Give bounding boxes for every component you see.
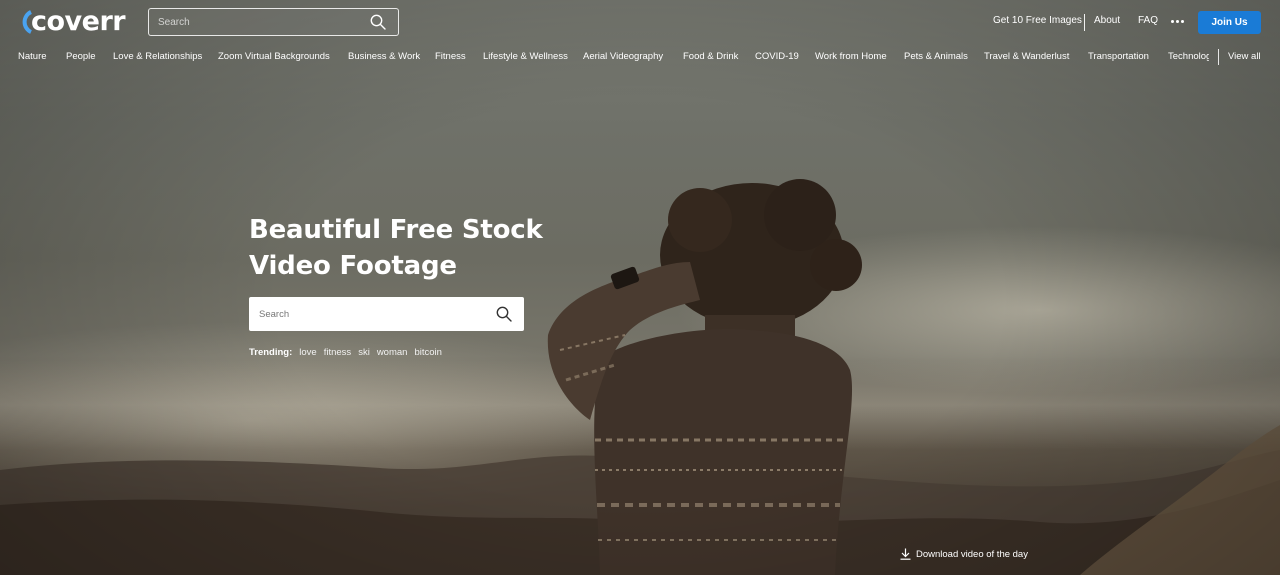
hero-search-input[interactable]	[249, 296, 496, 332]
category-work-from-home[interactable]: Work from Home	[815, 51, 887, 62]
trending-tags: Trending: love fitness ski woman bitcoin	[249, 345, 449, 359]
header-search[interactable]	[148, 8, 399, 36]
category-technology[interactable]: Technology	[1168, 51, 1209, 62]
category-nav: Nature People Love & Relationships Zoom …	[0, 49, 1280, 67]
category-lifestyle-wellness[interactable]: Lifestyle & Wellness	[483, 51, 568, 62]
category-nature[interactable]: Nature	[18, 51, 47, 62]
category-aerial-videography[interactable]: Aerial Videography	[583, 51, 663, 62]
more-dots-icon[interactable]	[1169, 12, 1185, 30]
join-us-button[interactable]: Join Us	[1198, 11, 1261, 34]
trending-tag-ski[interactable]: ski	[358, 347, 370, 358]
category-travel-wanderlust[interactable]: Travel & Wanderlust	[984, 51, 1069, 62]
download-icon	[900, 548, 911, 560]
trending-tag-love[interactable]: love	[299, 347, 316, 358]
search-icon[interactable]	[496, 306, 512, 322]
category-divider	[1218, 49, 1219, 65]
get-free-images-link[interactable]: Get 10 Free Images	[993, 15, 1082, 26]
header-search-input[interactable]	[149, 8, 370, 36]
trending-tag-bitcoin[interactable]: bitcoin	[414, 347, 441, 358]
category-transportation[interactable]: Transportation	[1088, 51, 1149, 62]
category-fitness[interactable]: Fitness	[435, 51, 466, 62]
vignette-overlay	[0, 0, 1280, 575]
coverr-logo[interactable]: coverr	[16, 6, 126, 38]
category-covid-19[interactable]: COVID-19	[755, 51, 799, 62]
category-people[interactable]: People	[66, 51, 96, 62]
category-zoom-backgrounds[interactable]: Zoom Virtual Backgrounds	[218, 51, 330, 62]
search-icon[interactable]	[370, 14, 386, 30]
download-video-label: Download video of the day	[916, 548, 1028, 560]
hero-headline-line2: Video Footage	[249, 251, 457, 281]
download-video-of-day[interactable]: Download video of the day	[900, 547, 1028, 561]
trending-tag-woman[interactable]: woman	[377, 347, 408, 358]
trending-label: Trending:	[249, 346, 293, 358]
about-link[interactable]: About	[1094, 15, 1120, 26]
logo-mark-icon	[22, 10, 32, 34]
faq-link[interactable]: FAQ	[1138, 15, 1158, 26]
trending-tag-fitness[interactable]: fitness	[324, 347, 351, 358]
category-pets-animals[interactable]: Pets & Animals	[904, 51, 968, 62]
view-all-categories-link[interactable]: View all	[1228, 51, 1261, 62]
header-divider	[1084, 14, 1085, 31]
hero-background-video	[0, 0, 1280, 575]
hero-headline-line1: Beautiful Free Stock	[249, 215, 543, 245]
category-business-work[interactable]: Business & Work	[348, 51, 420, 62]
category-love-relationships[interactable]: Love & Relationships	[113, 51, 202, 62]
hero-headline: Beautiful Free Stock Video Footage	[249, 212, 549, 284]
category-food-drink[interactable]: Food & Drink	[683, 51, 738, 62]
top-navigation: coverr Get 10 Free Images About FAQ Join…	[0, 0, 1280, 44]
logo-text: coverr	[31, 6, 126, 37]
hero-search[interactable]	[249, 296, 524, 332]
